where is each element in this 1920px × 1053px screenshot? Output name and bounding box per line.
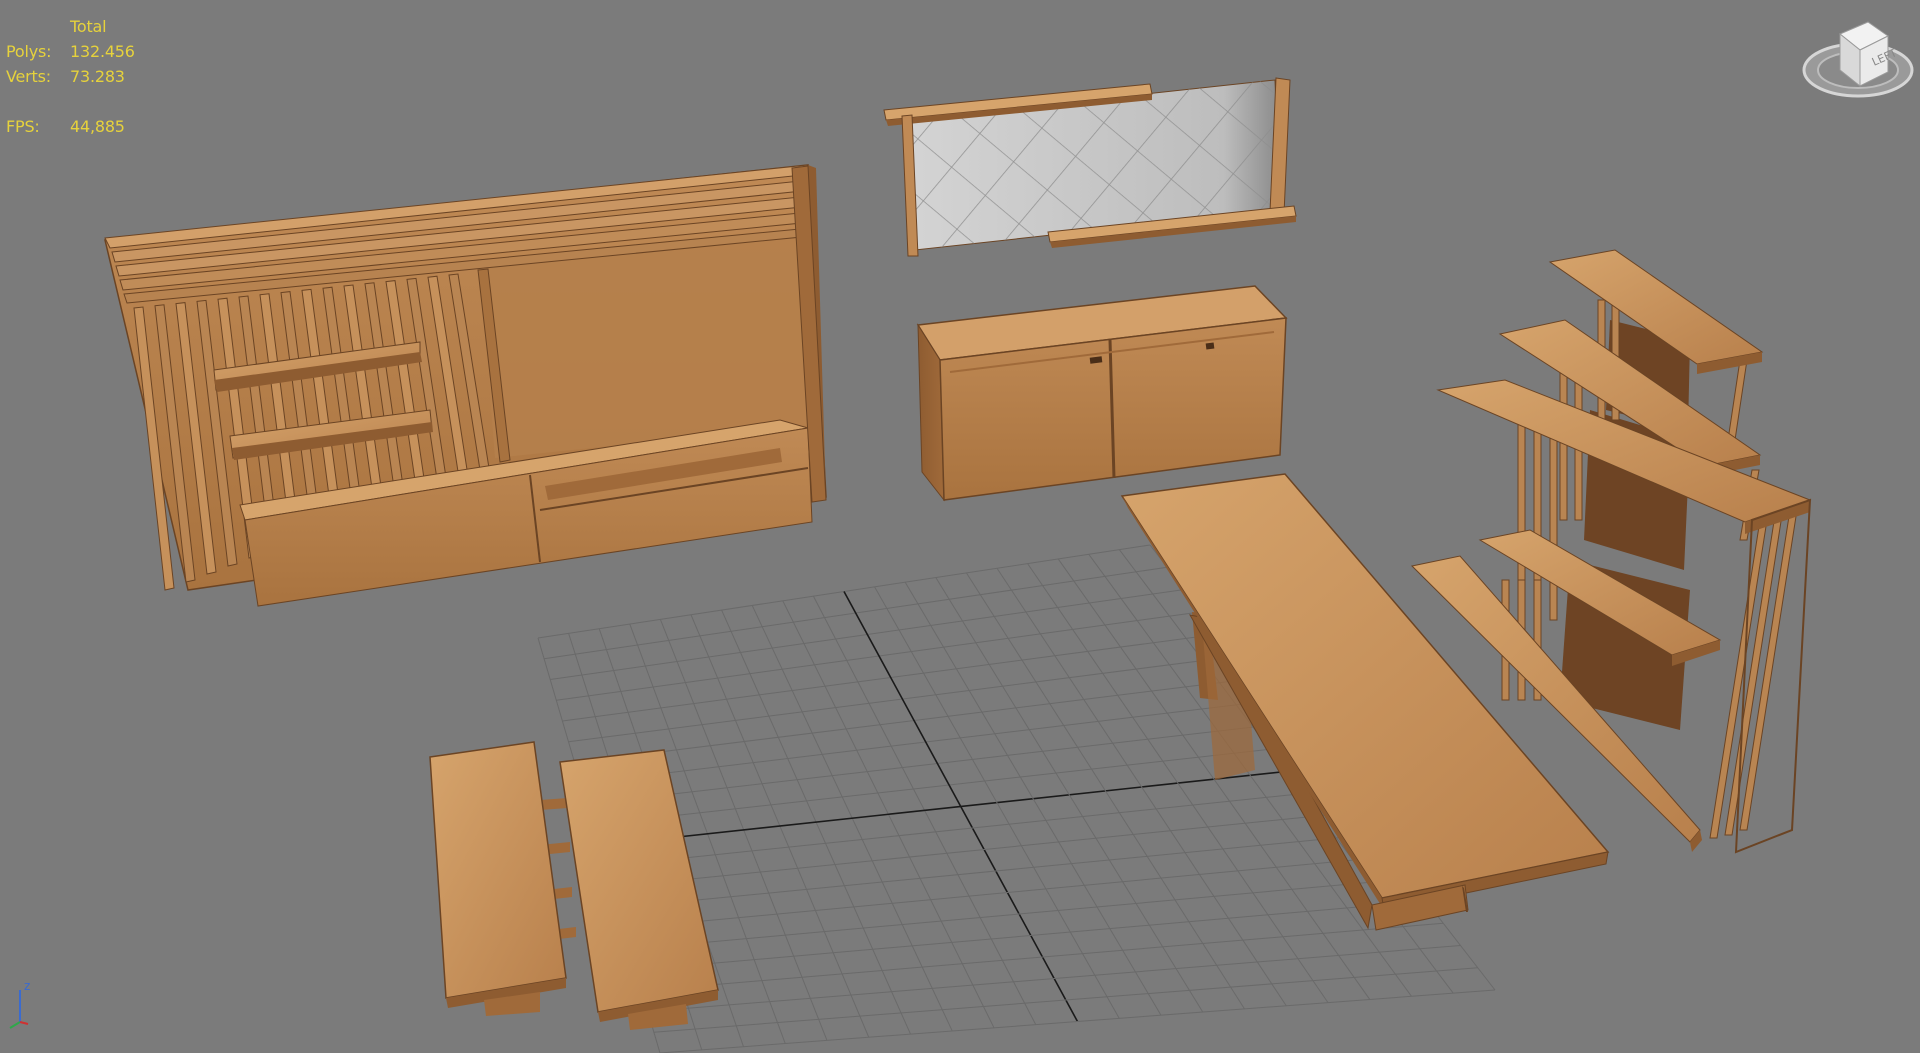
tv-wall-unit-model[interactable] [104,164,827,607]
polys-value: 132.456 [70,42,135,61]
stats-header: Total [70,17,107,36]
axis-z-label: z [24,979,30,993]
sideboard-cabinet-model[interactable] [916,285,1288,502]
fps-label: FPS: [6,117,40,136]
viewcube-icon[interactable]: LEFT [1800,14,1916,114]
shelf-slat [1727,359,1748,441]
scene-canvas[interactable] [0,0,1920,1053]
viewport[interactable]: Total Polys: 132.456 Verts: 73.283 FPS: 44,… [0,0,1920,1053]
polys-label: Polys: [6,42,52,61]
verts-label: Verts: [6,67,51,86]
fps-value: 44,885 [70,117,125,136]
shelf-slat [1549,419,1558,621]
bench-stools-model[interactable] [429,741,719,1030]
axis-tripod-icon: z [8,972,38,1032]
verts-value: 73.283 [70,67,125,86]
mirror-frame-model[interactable] [883,77,1297,257]
